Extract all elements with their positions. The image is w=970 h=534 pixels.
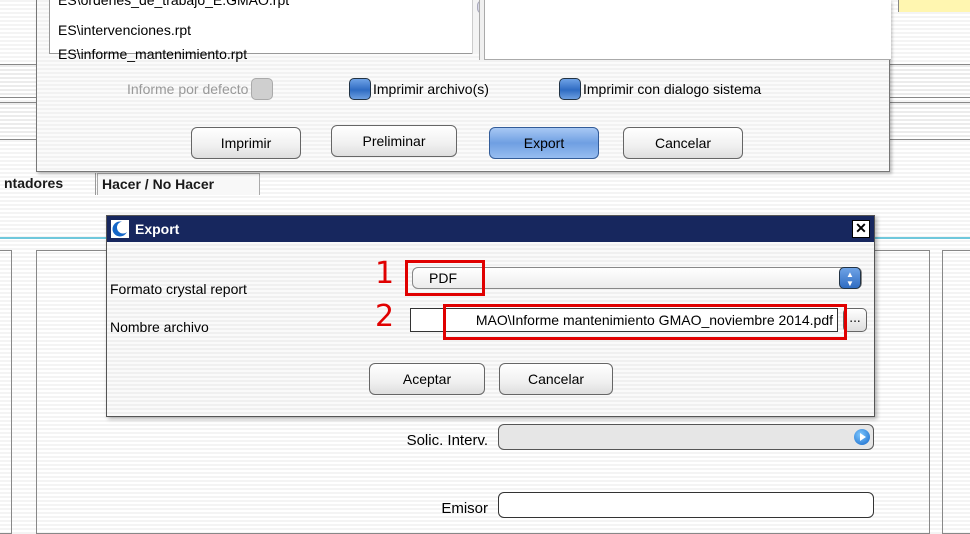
option-print-system-dialog[interactable]: Imprimir con dialogo sistema bbox=[559, 78, 761, 100]
cancel-button[interactable]: Cancelar bbox=[623, 127, 743, 159]
export-dialog: Export ✕ Formato crystal report PDF ▲ ▼ N… bbox=[106, 215, 875, 417]
checkbox-print-system-dialog[interactable] bbox=[559, 78, 581, 100]
section-divider-line bbox=[875, 237, 970, 239]
preview-button[interactable]: Preliminar bbox=[331, 125, 457, 157]
checkbox-default-report[interactable] bbox=[251, 78, 274, 100]
option-print-system-dialog-label: Imprimir con dialogo sistema bbox=[583, 81, 762, 97]
print-dialog: ES\ordenes_de_trabajo_E.GMAO.rpt ES\inte… bbox=[36, 0, 891, 172]
export-cancel-button[interactable]: Cancelar bbox=[499, 363, 613, 395]
list-item[interactable]: ES\ordenes_de_trabajo_E.GMAO.rpt bbox=[58, 0, 289, 8]
filename-label: Nombre archivo bbox=[110, 319, 209, 335]
checkbox-print-files[interactable] bbox=[349, 78, 371, 100]
report-preview-pane bbox=[485, 0, 891, 60]
callout-number-2: 2 bbox=[375, 299, 395, 334]
tab-hacer-no-hacer[interactable]: Hacer / No Hacer bbox=[97, 173, 260, 195]
emisor-label: Emisor bbox=[441, 500, 488, 517]
export-titlebar[interactable]: Export ✕ bbox=[107, 216, 874, 242]
list-item[interactable]: ES\informe_mantenimiento.rpt bbox=[58, 46, 247, 62]
close-icon[interactable]: ✕ bbox=[852, 220, 870, 238]
arrow-right-circle-icon[interactable] bbox=[854, 429, 870, 445]
callout-box-format bbox=[405, 260, 485, 296]
accept-button[interactable]: Aceptar bbox=[369, 363, 485, 395]
export-title: Export bbox=[135, 221, 180, 237]
emisor-field[interactable] bbox=[498, 492, 874, 518]
crescent-logo-icon bbox=[111, 220, 129, 238]
callout-number-1: 1 bbox=[375, 256, 395, 291]
form-panel-left-edge bbox=[0, 250, 12, 534]
callout-box-filename bbox=[443, 304, 847, 340]
solic-interv-label: Solic. Interv. bbox=[406, 432, 488, 449]
updown-arrows-icon[interactable]: ▲ ▼ bbox=[839, 267, 861, 289]
form-panel-right-edge bbox=[942, 250, 970, 534]
section-divider-line bbox=[0, 237, 106, 239]
option-print-files-label: Imprimir archivo(s) bbox=[373, 81, 489, 97]
print-button[interactable]: Imprimir bbox=[191, 127, 301, 159]
export-button[interactable]: Export bbox=[489, 127, 599, 159]
format-label: Formato crystal report bbox=[110, 281, 247, 297]
option-default-report-label: Informe por defecto bbox=[127, 81, 249, 97]
report-list[interactable]: ES\ordenes_de_trabajo_E.GMAO.rpt ES\inte… bbox=[49, 0, 493, 62]
list-item[interactable]: ES\intervenciones.rpt bbox=[58, 22, 191, 38]
tab-contadores[interactable]: ntadores bbox=[0, 173, 96, 195]
option-default-report[interactable]: Informe por defecto bbox=[125, 78, 274, 100]
yellow-status-strip bbox=[898, 0, 970, 12]
solic-interv-field[interactable] bbox=[498, 424, 874, 450]
option-print-files[interactable]: Imprimir archivo(s) bbox=[349, 78, 489, 100]
